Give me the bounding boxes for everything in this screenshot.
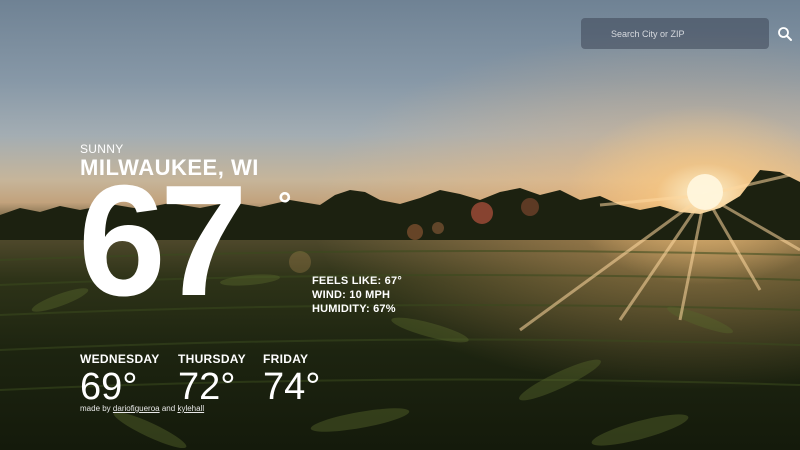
forecast-day-name: FRIDAY (263, 352, 309, 366)
degree-symbol: ° (278, 186, 292, 224)
forecast-temperature: 74° (263, 366, 321, 408)
current-temperature: 67 (78, 153, 248, 329)
forecast-day-name: WEDNESDAY (80, 352, 160, 366)
credit-and: and (161, 404, 176, 413)
forecast-temperature: 72° (178, 366, 236, 408)
author-link-dariofigueroa[interactable]: dariofigueroa (113, 404, 160, 413)
weather-details: FEELS LIKE: 67° WIND: 10 MPH HUMIDITY: 6… (312, 274, 402, 316)
author-link-kylehall[interactable]: kylehall (177, 404, 204, 413)
credit-prefix: made by (80, 404, 111, 413)
forecast-day: THURSDAY 72° (178, 352, 246, 406)
forecast-temperature: 69° (80, 366, 138, 408)
humidity: HUMIDITY: 67% (312, 303, 396, 315)
wind-speed: WIND: 10 MPH (312, 289, 391, 301)
forecast-day: FRIDAY 74° (263, 352, 320, 406)
weather-panel: SUNNY MILWAUKEE, WI 67 ° FEELS LIKE: 67°… (0, 0, 800, 450)
forecast-day-name: THURSDAY (178, 352, 246, 366)
feels-like: FEELS LIKE: 67° (312, 275, 402, 287)
forecast-day: WEDNESDAY 69° (80, 352, 160, 406)
credit-line: made by dariofigueroa and kylehall (80, 404, 204, 413)
